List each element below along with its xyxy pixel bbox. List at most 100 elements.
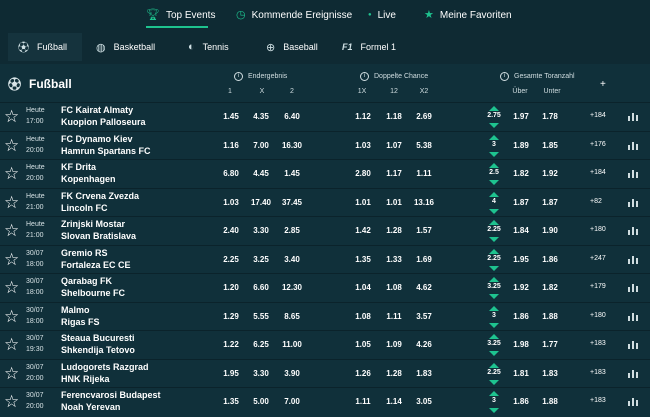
tab-fussball[interactable]: ⚽︎ Fußball (8, 33, 82, 61)
odd-result-1[interactable]: 1.29 (218, 312, 244, 321)
total-goals-line-selector[interactable]: 2.75 (484, 106, 504, 128)
home-team[interactable]: Steaua Bucuresti (61, 333, 135, 344)
more-markets-link[interactable]: +247 (590, 255, 606, 262)
away-team[interactable]: Lincoln FC (61, 203, 108, 214)
away-team[interactable]: Slovan Bratislava (61, 231, 136, 242)
home-team[interactable]: Ferencvarosi Budapest (61, 390, 161, 401)
away-team[interactable]: Kuopion Palloseura (61, 117, 146, 128)
total-goals-line-selector[interactable]: 2.25 (484, 362, 504, 385)
line-down-arrow-icon[interactable] (489, 123, 499, 128)
home-team[interactable]: Zrinjski Mostar (61, 219, 125, 230)
odd-under[interactable]: 1.90 (537, 226, 563, 235)
odd-double-chance-12[interactable]: 1.18 (381, 112, 407, 121)
favorite-star-icon[interactable]: ☆ (4, 393, 19, 410)
favorite-star-icon[interactable]: ☆ (4, 194, 19, 211)
odd-double-chance-x2[interactable]: 1.11 (411, 169, 437, 178)
home-team[interactable]: Gremio RS (61, 248, 108, 259)
odd-result-2[interactable]: 3.40 (279, 255, 305, 264)
odd-result-1[interactable]: 2.25 (218, 255, 244, 264)
line-down-arrow-icon[interactable] (489, 351, 499, 356)
odd-result-1[interactable]: 1.03 (218, 198, 244, 207)
odd-double-chance-1x[interactable]: 1.03 (350, 141, 376, 150)
away-team[interactable]: Noah Yerevan (61, 402, 120, 413)
odd-double-chance-1x[interactable]: 1.05 (350, 340, 376, 349)
info-icon[interactable]: i (234, 72, 243, 81)
odd-under[interactable]: 1.86 (537, 255, 563, 264)
favorite-star-icon[interactable]: ☆ (4, 108, 19, 125)
odd-double-chance-12[interactable]: 1.17 (381, 169, 407, 178)
favorite-star-icon[interactable]: ☆ (4, 365, 19, 382)
event-row[interactable]: ☆ Heute 20:00 FC Dynamo Kiev Hamrun Spartans… (0, 130, 650, 159)
odd-double-chance-12[interactable]: 1.09 (381, 340, 407, 349)
odd-under[interactable]: 1.77 (537, 340, 563, 349)
odd-double-chance-1x[interactable]: 1.42 (350, 226, 376, 235)
odd-result-2[interactable]: 3.90 (279, 369, 305, 378)
odd-result-2[interactable]: 2.85 (279, 226, 305, 235)
line-down-arrow-icon[interactable] (489, 265, 499, 271)
odd-over[interactable]: 1.86 (508, 397, 534, 406)
odd-result-x[interactable]: 6.60 (248, 283, 274, 292)
nav-favorites[interactable]: ★ Meine Favoriten (424, 6, 512, 24)
odd-result-1[interactable]: 1.16 (218, 141, 244, 150)
total-goals-line-selector[interactable]: 3.25 (484, 277, 504, 299)
odd-double-chance-1x[interactable]: 1.08 (350, 312, 376, 321)
home-team[interactable]: Ludogorets Razgrad (61, 362, 149, 373)
line-down-arrow-icon[interactable] (489, 237, 499, 242)
odd-result-1[interactable]: 1.35 (218, 397, 244, 406)
line-down-arrow-icon[interactable] (489, 322, 499, 328)
tab-formel-1[interactable]: F1 Formel 1 (342, 33, 396, 61)
odd-double-chance-x2[interactable]: 1.83 (411, 369, 437, 378)
home-team[interactable]: Qarabag FK (61, 276, 112, 287)
odd-result-x[interactable]: 3.30 (248, 226, 274, 235)
odd-result-1[interactable]: 1.45 (218, 112, 244, 121)
line-down-arrow-icon[interactable] (489, 151, 499, 157)
line-up-arrow-icon[interactable] (489, 362, 499, 368)
total-goals-line-selector[interactable]: 3 (484, 134, 504, 157)
line-up-arrow-icon[interactable] (489, 134, 499, 140)
more-markets-link[interactable]: +180 (590, 226, 606, 233)
odd-result-x[interactable]: 17.40 (248, 198, 274, 207)
odd-over[interactable]: 1.97 (508, 112, 534, 121)
odd-double-chance-x2[interactable]: 5.38 (411, 141, 437, 150)
total-goals-line-selector[interactable]: 3.25 (484, 334, 504, 356)
odd-double-chance-12[interactable]: 1.11 (381, 312, 407, 321)
away-team[interactable]: Hamrun Spartans FC (61, 146, 151, 157)
nav-upcoming-events[interactable]: ◷ Kommende Ereignisse (236, 6, 352, 24)
odd-double-chance-12[interactable]: 1.07 (381, 141, 407, 150)
event-row[interactable]: ☆ Heute 21:00 FK Crvena Zvezda Lincoln FC 1.0… (0, 187, 650, 216)
more-markets-link[interactable]: +183 (590, 340, 606, 347)
home-team[interactable]: FC Kairat Almaty (61, 105, 133, 116)
statistics-icon[interactable] (628, 198, 638, 207)
odd-under[interactable]: 1.82 (537, 283, 563, 292)
line-up-arrow-icon[interactable] (489, 277, 499, 282)
odd-under[interactable]: 1.78 (537, 112, 563, 121)
odd-result-x[interactable]: 4.45 (248, 169, 274, 178)
home-team[interactable]: FK Crvena Zvezda (61, 191, 139, 202)
line-down-arrow-icon[interactable] (489, 379, 499, 385)
more-markets-link[interactable]: +180 (590, 312, 606, 319)
odd-result-1[interactable]: 2.40 (218, 226, 244, 235)
odd-result-1[interactable]: 1.95 (218, 369, 244, 378)
odd-result-x[interactable]: 5.55 (248, 312, 274, 321)
odd-double-chance-x2[interactable]: 3.57 (411, 312, 437, 321)
away-team[interactable]: Fortaleza EC CE (61, 260, 131, 271)
odd-double-chance-x2[interactable]: 1.57 (411, 226, 437, 235)
line-up-arrow-icon[interactable] (489, 191, 499, 197)
odd-double-chance-12[interactable]: 1.01 (381, 198, 407, 207)
more-markets-link[interactable]: +176 (590, 141, 606, 148)
line-down-arrow-icon[interactable] (489, 208, 499, 214)
odd-result-2[interactable]: 6.40 (279, 112, 305, 121)
odd-double-chance-12[interactable]: 1.28 (381, 369, 407, 378)
total-goals-line-selector[interactable]: 4 (484, 191, 504, 214)
odd-result-2[interactable]: 8.65 (279, 312, 305, 321)
statistics-icon[interactable] (628, 284, 638, 292)
away-team[interactable]: Shelbourne FC (61, 288, 125, 299)
odd-double-chance-x2[interactable]: 4.62 (411, 283, 437, 292)
line-up-arrow-icon[interactable] (489, 305, 499, 311)
line-up-arrow-icon[interactable] (489, 391, 499, 396)
total-goals-line-selector[interactable]: 2.25 (484, 220, 504, 242)
odd-over[interactable]: 1.87 (508, 198, 534, 207)
event-row[interactable]: ☆ 30/07 20:00 Ludogorets Razgrad HNK Rijeka 1… (0, 358, 650, 387)
tab-baseball[interactable]: ⊕ Baseball (266, 33, 318, 61)
more-markets-link[interactable]: +184 (590, 112, 606, 119)
